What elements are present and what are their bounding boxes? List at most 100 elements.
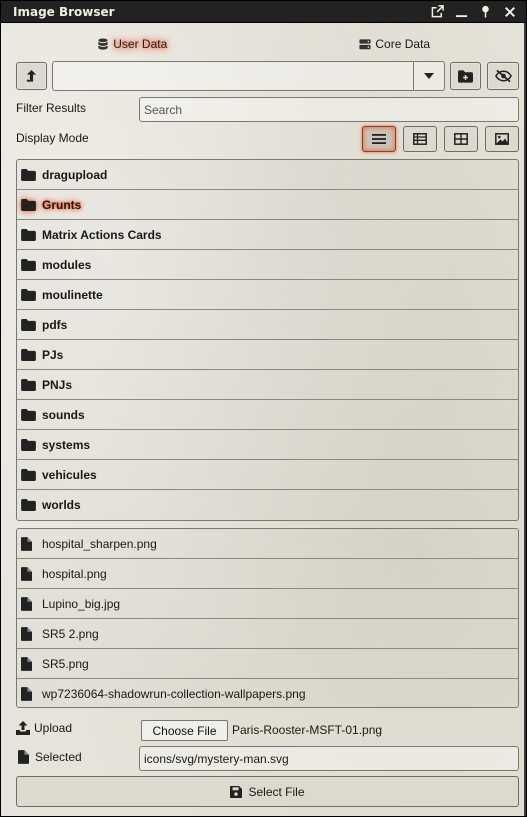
folder-row-moulinette[interactable]: moulinette [17, 280, 518, 310]
folder-row-modules[interactable]: modules [17, 250, 518, 280]
display-mode-table-button[interactable] [403, 126, 437, 152]
create-folder-button[interactable] [450, 62, 481, 90]
folder-name: pdfs [42, 317, 68, 332]
parent-directory-button[interactable] [16, 62, 47, 90]
file-icon [21, 536, 39, 551]
database-icon [98, 37, 108, 50]
select-file-label: Select File [248, 784, 305, 799]
file-icon [21, 656, 39, 671]
pin-icon[interactable] [479, 5, 492, 19]
file-row[interactable]: Lupino_big.jpg [17, 589, 518, 619]
minimize-icon[interactable] [455, 5, 468, 19]
display-mode-label: Display Mode [16, 131, 89, 145]
data-source-tabs: User Data Core Data [1, 31, 526, 57]
close-icon[interactable] [503, 5, 516, 19]
folder-name: PJs [42, 347, 64, 362]
folder-icon [21, 318, 39, 332]
file-row[interactable]: SR5.png [17, 649, 518, 679]
filter-results-label: Filter Results [16, 101, 87, 115]
file-name: hospital_sharpen.png [42, 536, 157, 551]
folder-row-pjs[interactable]: PJs [17, 340, 518, 370]
folder-icon [21, 408, 39, 422]
search-input[interactable]: Search [139, 97, 519, 122]
folder-row-vehicules[interactable]: vehicules [17, 460, 518, 490]
level-up-icon [26, 69, 37, 82]
folder-name: moulinette [42, 287, 103, 302]
folder-plus-icon [458, 69, 473, 83]
image-icon [495, 133, 509, 145]
folder-name: Grunts [42, 197, 82, 212]
toggle-privacy-button[interactable] [487, 62, 519, 90]
file-row[interactable]: hospital.png [17, 559, 518, 589]
choose-file-button[interactable]: Choose File [141, 720, 228, 741]
folder-icon [21, 228, 39, 242]
folder-row-systems[interactable]: systems [17, 430, 518, 460]
file-icon [21, 687, 39, 701]
window-title: Image Browser [13, 4, 115, 19]
file-icon [18, 750, 29, 764]
folder-row-matrix-actions-cards[interactable]: Matrix Actions Cards [17, 220, 518, 250]
tab-user-data[interactable]: User Data [1, 31, 264, 57]
window-titlebar[interactable]: Image Browser [1, 1, 526, 23]
select-file-button[interactable]: Select File [16, 776, 519, 807]
file-icon [21, 596, 39, 611]
folder-row-worlds[interactable]: worlds [17, 490, 518, 520]
file-icon [21, 626, 39, 641]
tab-core-data-label: Core Data [375, 37, 431, 51]
selected-path-value: icons/svg/mystery-man.svg [144, 751, 289, 766]
folder-icon [21, 168, 39, 182]
file-row[interactable]: hospital_sharpen.png [17, 529, 518, 559]
window-edge [524, 23, 526, 816]
display-mode-tiles-button[interactable] [444, 126, 478, 152]
list-icon [372, 134, 386, 144]
upload-label-group: Upload [16, 721, 72, 735]
folder-name: modules [42, 257, 92, 272]
tab-core-data[interactable]: Core Data [264, 31, 527, 57]
folder-icon [21, 288, 39, 302]
selected-label-group: Selected [18, 750, 82, 764]
save-icon [230, 785, 243, 798]
directory-select[interactable] [52, 61, 445, 91]
file-name: hospital.png [42, 566, 107, 581]
folder-name: worlds [42, 498, 81, 512]
folder-row-dragupload[interactable]: dragupload [17, 160, 518, 190]
file-row[interactable]: wp7236064-shadowrun-collection-wallpaper… [17, 679, 518, 709]
folder-icon [21, 438, 39, 452]
folder-icon [21, 378, 39, 392]
chosen-file-name: Paris-Rooster-MSFT-01.png [232, 723, 383, 737]
dropdown-arrow[interactable] [413, 62, 444, 90]
tab-user-data-label: User Data [113, 37, 168, 51]
grid-icon [454, 133, 468, 145]
server-icon [359, 38, 371, 49]
folder-row-pdfs[interactable]: pdfs [17, 310, 518, 340]
file-row[interactable]: SR5 2.png [17, 619, 518, 649]
file-name: SR5 2.png [42, 626, 99, 641]
search-placeholder: Search [144, 102, 183, 117]
folder-icon [21, 348, 39, 362]
folder-row-pnjs[interactable]: PNJs [17, 370, 518, 400]
display-mode-list-button[interactable] [362, 126, 396, 152]
folder-name: dragupload [42, 167, 108, 182]
caret-down-icon [424, 73, 434, 79]
selected-label: Selected [35, 750, 82, 764]
folder-name: Matrix Actions Cards [42, 227, 162, 242]
file-icon [21, 566, 39, 581]
image-browser-window: Image Browser User Data Core Data Filter… [0, 0, 527, 817]
file-name: Lupino_big.jpg [42, 596, 121, 611]
eye-slash-icon [494, 69, 512, 83]
folder-icon [21, 468, 39, 482]
folder-name: systems [42, 437, 91, 452]
upload-label: Upload [34, 721, 73, 735]
file-name: wp7236064-shadowrun-collection-wallpaper… [42, 687, 306, 701]
upload-icon [16, 721, 30, 735]
folder-row-sounds[interactable]: sounds [17, 400, 518, 430]
display-mode-images-button[interactable] [485, 126, 519, 152]
file-list: hospital_sharpen.png hospital.png Lupino… [16, 528, 519, 708]
folder-list: dragupload Grunts Matrix Actions Cards m… [16, 159, 519, 521]
file-name: SR5.png [42, 656, 89, 671]
selected-path-input[interactable]: icons/svg/mystery-man.svg [139, 746, 519, 771]
folder-row-grunts[interactable]: Grunts [17, 190, 518, 220]
folder-name: vehicules [42, 467, 97, 482]
popout-icon[interactable] [431, 5, 444, 19]
folder-icon [21, 198, 39, 212]
